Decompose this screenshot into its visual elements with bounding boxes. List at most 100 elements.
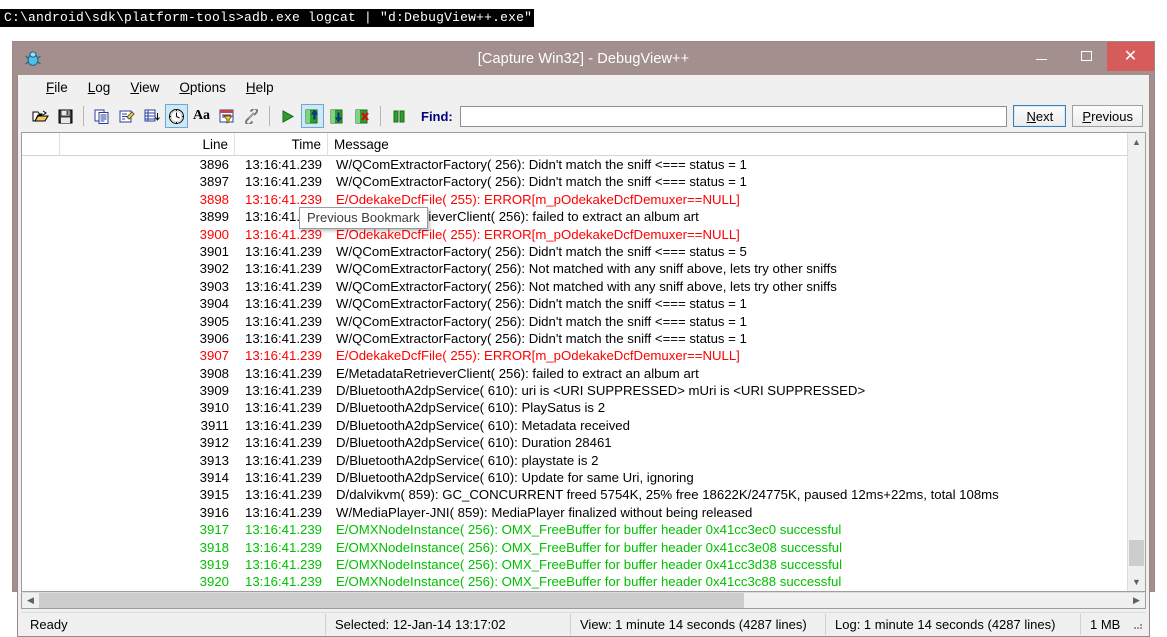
table-row[interactable]: 390813:16:41.239E/MetadataRetrieverClien… (22, 365, 1145, 382)
resize-grip-icon[interactable] (1130, 617, 1144, 631)
cell-time: 13:16:41.239 (235, 330, 328, 347)
maximize-button[interactable] (1064, 42, 1109, 70)
cell-line: 3904 (60, 295, 235, 312)
column-header-time[interactable]: Time (235, 133, 328, 155)
cell-line: 3900 (60, 226, 235, 243)
table-row[interactable]: 390213:16:41.239W/QComExtractorFactory( … (22, 260, 1145, 277)
vertical-scrollbar[interactable]: ▲ ▼ (1127, 133, 1145, 591)
bookmark-previous-icon[interactable] (301, 104, 324, 128)
cell-line: 3912 (60, 434, 235, 451)
horizontal-scrollbar[interactable]: ◀ ▶ (21, 592, 1146, 609)
row-gutter (22, 173, 60, 190)
menu-item-options[interactable]: Options (169, 77, 236, 98)
table-row[interactable]: 390413:16:41.239W/QComExtractorFactory( … (22, 295, 1145, 312)
menu-item-view[interactable]: View (120, 77, 169, 98)
edit-note-icon[interactable] (115, 104, 138, 128)
cell-message: W/QComExtractorFactory( 256): Didn't mat… (328, 243, 747, 260)
horizontal-scroll-track[interactable] (39, 593, 1128, 608)
cell-line: 3915 (60, 486, 235, 503)
column-header-message[interactable]: Message (328, 133, 1145, 155)
cell-line: 3896 (60, 156, 235, 173)
cell-line: 3913 (60, 452, 235, 469)
row-gutter (22, 434, 60, 451)
table-row[interactable]: 391113:16:41.239D/BluetoothA2dpService( … (22, 417, 1145, 434)
table-row[interactable]: 390613:16:41.239W/QComExtractorFactory( … (22, 330, 1145, 347)
menu-item-log[interactable]: Log (78, 77, 121, 98)
row-gutter (22, 521, 60, 538)
cell-message: W/QComExtractorFactory( 256): Didn't mat… (328, 173, 747, 190)
table-row[interactable]: 391813:16:41.239E/OMXNodeInstance( 256):… (22, 539, 1145, 556)
table-row[interactable]: 390113:16:41.239W/QComExtractorFactory( … (22, 243, 1145, 260)
minimize-button[interactable] (1019, 42, 1064, 70)
menu-item-file[interactable]: File (36, 77, 78, 98)
cell-message: W/QComExtractorFactory( 256): Didn't mat… (328, 313, 747, 330)
table-row[interactable]: 391713:16:41.239E/OMXNodeInstance( 256):… (22, 521, 1145, 538)
minimize-icon (1036, 59, 1047, 60)
find-next-button[interactable]: Next (1013, 105, 1066, 127)
close-button[interactable]: ✕ (1107, 42, 1154, 71)
save-file-icon[interactable] (54, 104, 77, 128)
scroll-left-icon[interactable]: ◀ (22, 593, 39, 608)
cell-message: W/QComExtractorFactory( 256): Didn't mat… (328, 295, 747, 312)
table-row[interactable]: 390013:16:41.239E/OdekakeDcfFile( 255): … (22, 226, 1145, 243)
menu-item-help[interactable]: Help (236, 77, 284, 98)
row-gutter (22, 156, 60, 173)
title-bar[interactable]: [Capture Win32] - DebugView++ ✕ (13, 42, 1154, 75)
scroll-up-icon[interactable]: ▲ (1128, 133, 1145, 150)
column-header-line[interactable]: Line (60, 133, 235, 155)
maximize-icon (1081, 51, 1092, 61)
bookmark-next-icon[interactable] (326, 104, 349, 128)
filter-icon[interactable] (215, 104, 238, 128)
cell-time: 13:16:41.239 (235, 469, 328, 486)
table-row[interactable]: 390713:16:41.239E/OdekakeDcfFile( 255): … (22, 347, 1145, 364)
table-row[interactable]: 391013:16:41.239D/BluetoothA2dpService( … (22, 399, 1145, 416)
table-row[interactable]: 391513:16:41.239D/dalvikvm( 859): GC_CON… (22, 486, 1145, 503)
table-row[interactable]: 389813:16:41.239E/OdekakeDcfFile( 255): … (22, 191, 1145, 208)
table-row[interactable]: 392013:16:41.239E/OMXNodeInstance( 256):… (22, 573, 1145, 590)
toolbar-separator (269, 106, 270, 126)
vertical-scroll-thumb[interactable] (1129, 540, 1144, 566)
table-row[interactable]: 391913:16:41.239E/OMXNodeInstance( 256):… (22, 556, 1145, 573)
find-input[interactable] (460, 106, 1008, 127)
row-gutter (22, 330, 60, 347)
cell-line: 3899 (60, 208, 235, 225)
cell-time: 13:16:41.239 (235, 556, 328, 573)
row-gutter (22, 278, 60, 295)
horizontal-scroll-thumb[interactable] (39, 593, 744, 608)
pause-icon[interactable] (387, 104, 410, 128)
cell-message: W/QComExtractorFactory( 256): Not matche… (328, 278, 837, 295)
row-gutter (22, 365, 60, 382)
open-file-icon[interactable] (29, 104, 52, 128)
scroll-down-icon[interactable]: ▼ (1128, 574, 1145, 591)
toolbar-separator (83, 106, 84, 126)
table-row[interactable]: 389913:16:41.239E/MetadataRetrieverClien… (22, 208, 1145, 225)
table-row[interactable]: 389613:16:41.239W/QComExtractorFactory( … (22, 156, 1145, 173)
cell-time: 13:16:41.239 (235, 521, 328, 538)
table-row[interactable]: 391613:16:41.239W/MediaPlayer-JNI( 859):… (22, 504, 1145, 521)
clock-icon[interactable] (165, 104, 188, 128)
cell-message: D/BluetoothA2dpService( 610): uri is <UR… (328, 382, 865, 399)
table-row[interactable]: 391213:16:41.239D/BluetoothA2dpService( … (22, 434, 1145, 451)
insert-row-icon[interactable] (140, 104, 163, 128)
bug-icon (24, 49, 42, 67)
grid-body[interactable]: 389613:16:41.239W/QComExtractorFactory( … (22, 156, 1145, 591)
table-row[interactable]: 390513:16:41.239W/QComExtractorFactory( … (22, 313, 1145, 330)
cell-message: E/OMXNodeInstance( 256): OMX_FreeBuffer … (328, 539, 842, 556)
cell-time: 13:16:41.239 (235, 173, 328, 190)
link-icon[interactable] (240, 104, 263, 128)
copy-icon[interactable] (90, 104, 113, 128)
cell-line: 3902 (60, 260, 235, 277)
table-row[interactable]: 389713:16:41.239W/QComExtractorFactory( … (22, 173, 1145, 190)
cell-line: 3901 (60, 243, 235, 260)
vertical-scroll-track[interactable] (1128, 150, 1145, 574)
row-gutter (22, 417, 60, 434)
font-aa-icon[interactable]: Aa (190, 104, 213, 128)
find-previous-button[interactable]: Previous (1072, 105, 1143, 127)
bookmark-clear-icon[interactable] (351, 104, 374, 128)
table-row[interactable]: 390913:16:41.239D/BluetoothA2dpService( … (22, 382, 1145, 399)
table-row[interactable]: 390313:16:41.239W/QComExtractorFactory( … (22, 278, 1145, 295)
table-row[interactable]: 391413:16:41.239D/BluetoothA2dpService( … (22, 469, 1145, 486)
play-icon[interactable] (276, 104, 299, 128)
scroll-right-icon[interactable]: ▶ (1128, 593, 1145, 608)
table-row[interactable]: 391313:16:41.239D/BluetoothA2dpService( … (22, 452, 1145, 469)
